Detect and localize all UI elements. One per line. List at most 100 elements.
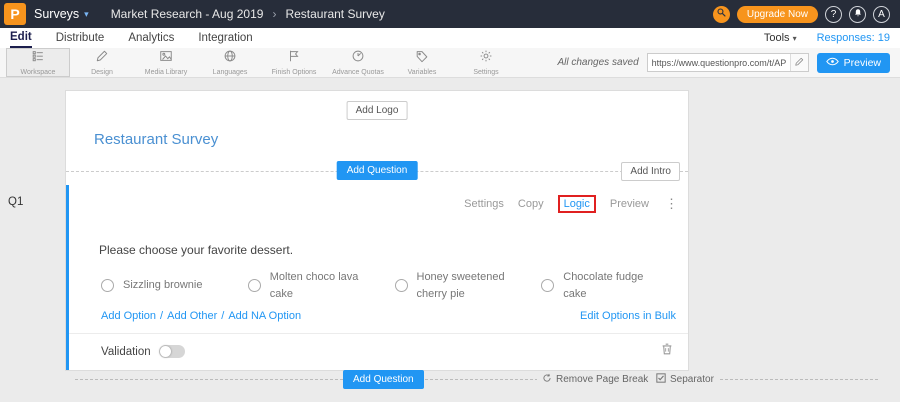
toolbar-item-workspace[interactable]: Workspace [6, 48, 70, 77]
answer-option[interactable]: Sizzling brownie [101, 269, 248, 302]
advance-quotas-icon [351, 49, 365, 68]
toolbar-item-label: Languages [213, 69, 248, 76]
question-settings-link[interactable]: Settings [464, 198, 504, 210]
add-na-option-link[interactable]: Add NA Option [228, 310, 301, 322]
survey-toolbar: Workspace Design Media Library Languages… [0, 48, 900, 78]
radio-icon[interactable] [101, 279, 114, 292]
edit-url-button[interactable] [790, 54, 808, 71]
question-preview-link[interactable]: Preview [610, 198, 649, 210]
radio-icon[interactable] [541, 279, 554, 292]
logic-highlight-annotation: Logic [558, 195, 596, 213]
question-more-menu-icon[interactable]: ⋮ [665, 196, 678, 212]
toolbar-item-design[interactable]: Design [70, 48, 134, 77]
add-question-separator: Add Question Add Intro [66, 171, 688, 185]
edit-options-in-bulk-link[interactable]: Edit Options in Bulk [580, 310, 676, 322]
validation-toggle[interactable] [159, 345, 185, 358]
toolbar-item-label: Finish Options [272, 69, 317, 76]
radio-icon[interactable] [395, 279, 408, 292]
answer-option-label: Chocolate fudge cake [563, 269, 659, 302]
refresh-icon [542, 373, 552, 386]
toolbar-item-label: Workspace [21, 69, 56, 76]
toolbar-item-settings[interactable]: Settings [454, 48, 518, 77]
workspace-icon [31, 49, 45, 68]
toolbar-item-label: Media Library [145, 69, 187, 76]
pencil-icon [794, 54, 804, 72]
toolbar-item-label: Variables [408, 69, 437, 76]
question-copy-link[interactable]: Copy [518, 198, 544, 210]
topbar-actions: Upgrade Now ? A [713, 6, 890, 23]
media-library-icon [159, 49, 173, 68]
tab-integration[interactable]: Integration [198, 28, 252, 48]
add-other-link[interactable]: Add Other [167, 310, 217, 322]
answer-option[interactable]: Chocolate fudge cake [541, 269, 688, 302]
surveys-menu[interactable]: Surveys ▾ [34, 7, 89, 21]
toolbar-item-variables[interactable]: Variables [390, 48, 454, 77]
survey-title[interactable]: Restaurant Survey [94, 131, 218, 148]
survey-url-input[interactable] [648, 58, 790, 68]
question-actions: Settings Copy Logic Preview ⋮ [69, 185, 688, 213]
question-id-label: Q1 [8, 196, 23, 208]
radio-icon[interactable] [248, 279, 261, 292]
notifications-button[interactable] [849, 6, 866, 23]
eye-icon [826, 57, 839, 69]
separator-label: Separator [670, 374, 714, 385]
validation-row: Validation [69, 334, 688, 370]
separator-control[interactable]: Separator [651, 373, 719, 386]
link-separator: / [160, 310, 163, 322]
trash-icon [660, 342, 674, 361]
add-intro-button[interactable]: Add Intro [621, 162, 680, 181]
variables-icon [415, 49, 429, 68]
remove-page-break-label: Remove Page Break [556, 374, 648, 385]
survey-url-box [647, 53, 809, 72]
bell-icon [853, 8, 863, 21]
question-text[interactable]: Please choose your favorite dessert. [99, 243, 688, 257]
survey-editor-canvas: Q1 Add Logo Restaurant Survey Add Questi… [0, 78, 900, 402]
add-logo-button[interactable]: Add Logo [347, 101, 408, 120]
remove-page-break-control[interactable]: Remove Page Break [537, 373, 653, 386]
settings-icon [479, 49, 493, 68]
tab-analytics[interactable]: Analytics [128, 28, 174, 48]
breadcrumb-current: Restaurant Survey [285, 7, 384, 21]
question-block: Settings Copy Logic Preview ⋮ Please cho… [66, 185, 688, 370]
preview-button[interactable]: Preview [817, 53, 890, 73]
responses-count[interactable]: Responses: 19 [817, 32, 890, 44]
option-links-row: Add Option/Add Other/Add NA Option Edit … [101, 310, 676, 322]
answer-option[interactable]: Honey sweetened cherry pie [395, 269, 542, 302]
toolbar-right: All changes saved Preview [557, 48, 890, 77]
tabs-right: Tools ▾ Responses: 19 [764, 28, 890, 48]
delete-question-button[interactable] [660, 342, 674, 361]
answer-options: Sizzling brownie Molten choco lava cake … [101, 269, 688, 302]
tab-distribute[interactable]: Distribute [56, 28, 105, 48]
toolbar-item-advance-quotas[interactable]: Advance Quotas [326, 48, 390, 77]
design-icon [95, 49, 109, 68]
tools-label: Tools [764, 32, 790, 44]
chevron-down-icon: ▾ [84, 9, 89, 20]
checked-checkbox-icon [656, 373, 666, 386]
questionpro-logo: P [4, 3, 26, 25]
survey-card-header: Add Logo Restaurant Survey [66, 91, 688, 171]
preview-button-label: Preview [844, 57, 881, 69]
page-break-row: Add Question Remove Page Break Separator [75, 370, 878, 388]
main-tabs: Edit Distribute Analytics Integration To… [0, 28, 900, 48]
add-question-button[interactable]: Add Question [337, 161, 418, 180]
tab-edit[interactable]: Edit [10, 28, 32, 48]
answer-option-label: Honey sweetened cherry pie [417, 269, 513, 302]
toolbar-item-finish-options[interactable]: Finish Options [262, 48, 326, 77]
surveys-menu-label: Surveys [34, 7, 79, 21]
question-logic-link[interactable]: Logic [564, 198, 590, 210]
answer-option[interactable]: Molten choco lava cake [248, 269, 395, 302]
add-option-link[interactable]: Add Option [101, 310, 156, 322]
finish-options-icon [287, 49, 301, 68]
tools-menu[interactable]: Tools ▾ [764, 32, 797, 44]
answer-option-label: Molten choco lava cake [270, 269, 366, 302]
validation-label: Validation [101, 346, 151, 358]
breadcrumb-parent[interactable]: Market Research - Aug 2019 [111, 7, 264, 21]
avatar[interactable]: A [873, 6, 890, 23]
search-button[interactable] [713, 6, 730, 23]
upgrade-now-button[interactable]: Upgrade Now [737, 6, 818, 23]
add-option-links: Add Option/Add Other/Add NA Option [101, 310, 301, 322]
toolbar-item-media-library[interactable]: Media Library [134, 48, 198, 77]
help-button[interactable]: ? [825, 6, 842, 23]
toolbar-item-languages[interactable]: Languages [198, 48, 262, 77]
add-question-button-bottom[interactable]: Add Question [343, 370, 424, 389]
